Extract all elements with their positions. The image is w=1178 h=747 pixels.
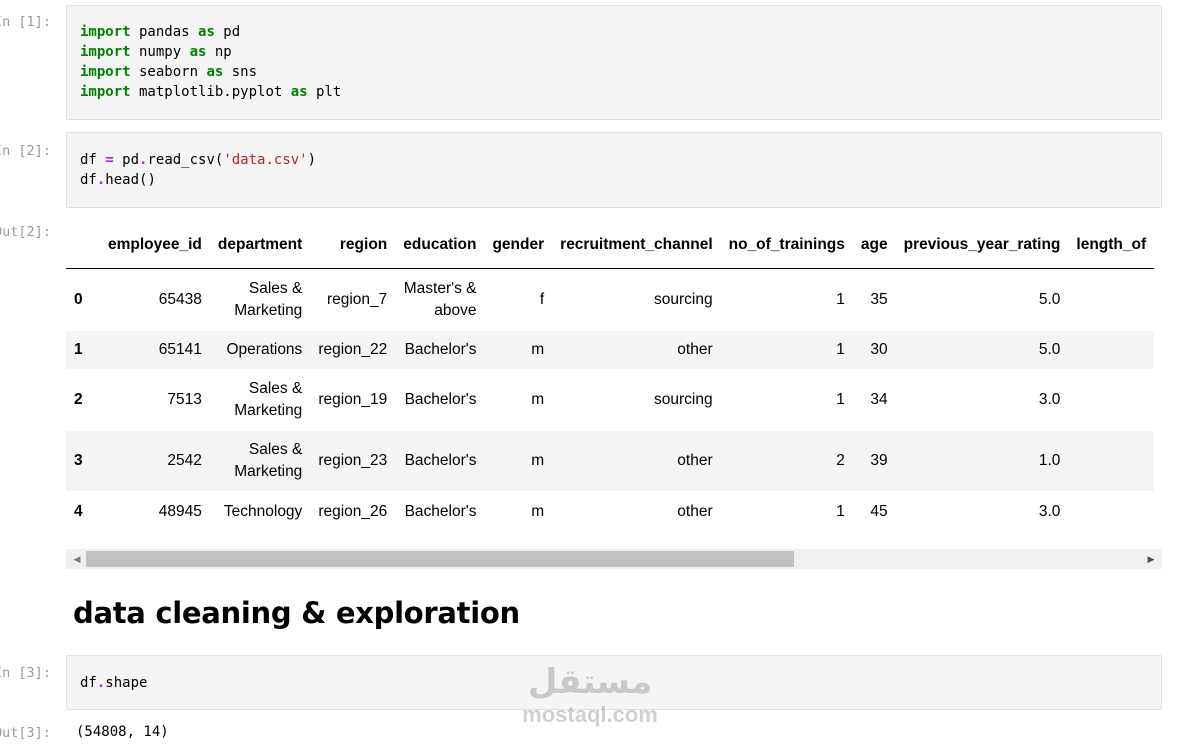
table-cell: 30 bbox=[852, 330, 896, 369]
table-cell bbox=[1068, 430, 1155, 491]
row-index: 0 bbox=[74, 290, 83, 308]
table-cell: 5.0 bbox=[895, 330, 1069, 369]
table-cell: Operations bbox=[209, 330, 311, 369]
table-cell: region_23 bbox=[310, 430, 396, 491]
code-line-5: df = pd.read_csv('data.csv') bbox=[80, 152, 317, 168]
code-editor-3[interactable]: df.shape bbox=[67, 656, 1161, 693]
horizontal-scrollbar[interactable]: ◀ ▶ bbox=[66, 549, 1162, 569]
code-line-3: import seaborn as sns bbox=[80, 64, 258, 80]
code-line-4: import matplotlib.pyplot as plt bbox=[80, 84, 342, 100]
index-header bbox=[66, 222, 100, 269]
input-prompt-1: In [1]: bbox=[0, 14, 51, 30]
table-cell: 39 bbox=[852, 430, 896, 491]
code-editor-2[interactable]: df = pd.read_csv('data.csv') df.head() bbox=[67, 133, 1161, 190]
code-cell-3[interactable]: df.shape bbox=[66, 655, 1162, 710]
table-row: 3 2542 Sales & Marketing region_23 Bache… bbox=[66, 430, 1155, 491]
table-cell: other bbox=[552, 430, 721, 491]
table-cell: m bbox=[531, 502, 545, 520]
table-cell: region_7 bbox=[326, 290, 388, 308]
table-cell bbox=[1068, 369, 1154, 431]
table-cell: 5.0 bbox=[1038, 290, 1061, 308]
table-cell: 34 bbox=[870, 390, 888, 408]
col-header: no_of_trainings bbox=[720, 222, 853, 269]
table-cell: 3.0 bbox=[1038, 390, 1061, 408]
table-cell: f bbox=[539, 290, 545, 308]
table-cell: 35 bbox=[870, 290, 888, 308]
code-line-1: import pandas as pd bbox=[80, 24, 241, 40]
row-index: 4 bbox=[74, 502, 83, 520]
row-index: 2 bbox=[74, 390, 83, 408]
table-cell: 1 bbox=[720, 330, 853, 369]
output-prompt-2: Out[2]: bbox=[0, 224, 51, 240]
col-header: region bbox=[310, 222, 396, 269]
table-cell bbox=[1068, 491, 1154, 533]
code-line-6: df.head() bbox=[80, 172, 156, 188]
col-header: previous_year_rating bbox=[895, 222, 1069, 269]
col-header: employee_id bbox=[100, 222, 210, 269]
row-index: 1 bbox=[66, 330, 100, 369]
table-row: 1 65141 Operations region_22 Bachelor's … bbox=[66, 330, 1155, 369]
output-prompt-3: Out[3]: bbox=[0, 725, 51, 741]
table-cell: 1.0 bbox=[895, 430, 1069, 491]
table-cell: 7513 bbox=[167, 390, 202, 408]
table-cell: Sales & Marketing bbox=[209, 430, 311, 491]
table-cell: 65141 bbox=[100, 330, 210, 369]
triangle-right-icon[interactable]: ▶ bbox=[1142, 549, 1160, 569]
table-cell: sourcing bbox=[654, 290, 713, 308]
table-cell: m bbox=[531, 390, 545, 408]
code-editor-1[interactable]: import pandas as pd import numpy as np imp… bbox=[67, 6, 1161, 102]
table-cell bbox=[1068, 330, 1155, 369]
table-row: 0 65438 Sales & Marketing region_7 Maste… bbox=[66, 269, 1154, 331]
table-row: 4 48945 Technology region_26 Bachelor's … bbox=[66, 491, 1154, 533]
table-cell: 3.0 bbox=[1038, 502, 1061, 520]
col-header: gender bbox=[484, 222, 553, 269]
input-prompt-3: In [3]: bbox=[0, 665, 51, 681]
table-cell: 2 bbox=[720, 430, 853, 491]
table-row: 2 7513 Sales & Marketing region_19 Bache… bbox=[66, 369, 1154, 431]
table-cell: 1 bbox=[836, 502, 845, 520]
table-header-row: employee_id department region education … bbox=[66, 222, 1155, 269]
col-header: education bbox=[395, 222, 485, 269]
scrollbar-thumb[interactable] bbox=[86, 551, 794, 567]
code-line-2: import numpy as np bbox=[80, 44, 232, 60]
table-cell: Bachelor's bbox=[404, 390, 477, 408]
table-cell: other bbox=[552, 330, 721, 369]
table-cell: Bachelor's bbox=[395, 330, 485, 369]
table-cell: Master's & above bbox=[403, 279, 477, 319]
input-prompt-2: In [2]: bbox=[0, 143, 51, 159]
table-cell: 1 bbox=[836, 390, 845, 408]
col-header: age bbox=[852, 222, 896, 269]
table-cell: 65438 bbox=[158, 290, 202, 308]
row-index: 3 bbox=[66, 430, 100, 491]
table-cell: region_22 bbox=[310, 330, 396, 369]
dataframe-table: employee_id department region education … bbox=[66, 222, 1155, 533]
markdown-heading: data cleaning & exploration bbox=[73, 596, 520, 630]
table-cell: 45 bbox=[870, 502, 888, 520]
col-header: department bbox=[209, 222, 311, 269]
table-cell: Sales & Marketing bbox=[234, 279, 303, 319]
triangle-left-icon[interactable]: ◀ bbox=[68, 549, 86, 569]
table-cell: Bachelor's bbox=[404, 502, 477, 520]
shape-output: (54808, 14) bbox=[76, 724, 169, 740]
table-cell bbox=[1068, 269, 1154, 331]
col-header: length_of bbox=[1068, 222, 1155, 269]
code-cell-1[interactable]: import pandas as pd import numpy as np imp… bbox=[66, 5, 1162, 120]
table-cell: other bbox=[677, 502, 713, 520]
table-cell: region_26 bbox=[318, 502, 388, 520]
table-cell: Sales & Marketing bbox=[234, 379, 303, 419]
table-cell: sourcing bbox=[654, 390, 713, 408]
table-cell: 48945 bbox=[158, 502, 202, 520]
table-cell: 1 bbox=[836, 290, 845, 308]
code-cell-2[interactable]: df = pd.read_csv('data.csv') df.head() bbox=[66, 132, 1162, 208]
table-cell: region_19 bbox=[318, 390, 388, 408]
col-header: recruitment_channel bbox=[552, 222, 721, 269]
table-cell: m bbox=[484, 430, 553, 491]
dataframe-output: employee_id department region education … bbox=[66, 222, 1162, 572]
table-cell: Bachelor's bbox=[395, 430, 485, 491]
table-cell: Technology bbox=[223, 502, 303, 520]
table-cell: m bbox=[484, 330, 553, 369]
table-cell: 2542 bbox=[100, 430, 210, 491]
